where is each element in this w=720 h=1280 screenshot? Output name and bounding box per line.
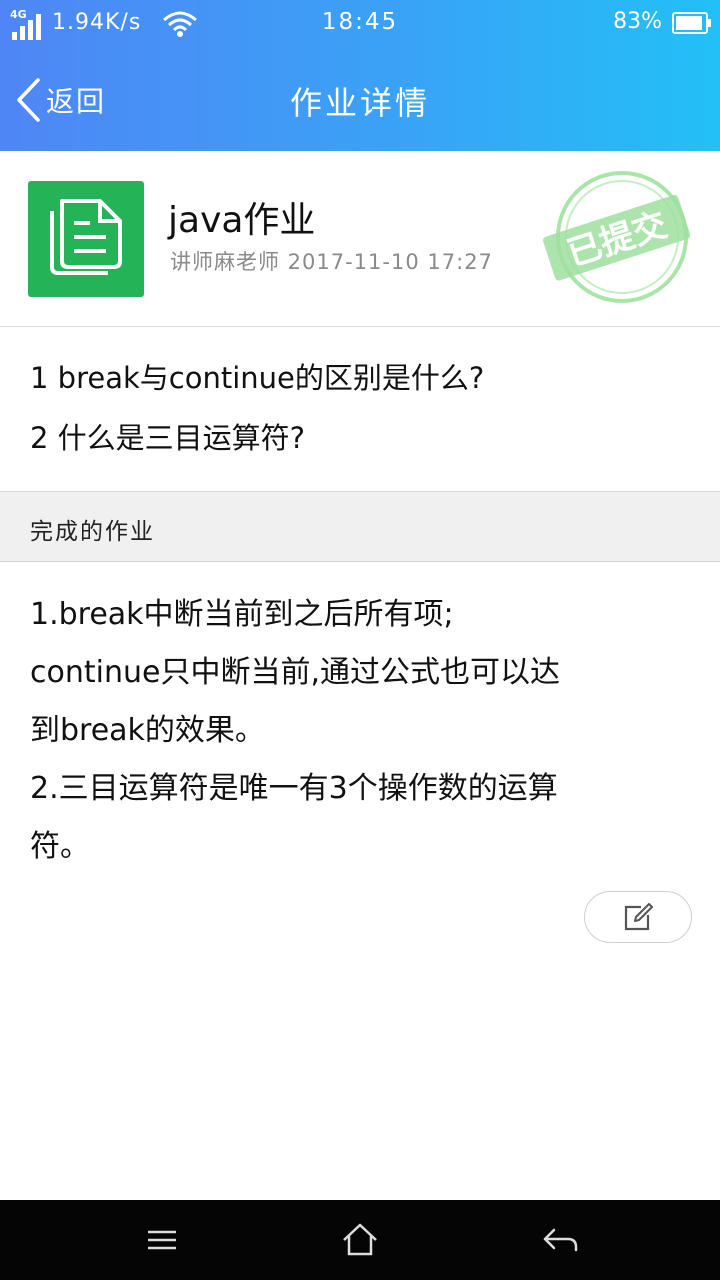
- menu-button[interactable]: [142, 1220, 182, 1260]
- question-item: 1 break与continue的区别是什么?: [30, 361, 485, 395]
- app-header: 4G 1.94K/s 18:45 83% 返回 作业详情: [0, 0, 720, 151]
- homework-header: java作业 讲师麻老师 2017-11-10 17:27 已提交: [0, 151, 720, 327]
- document-icon: [28, 181, 144, 297]
- answer-line: continue只中断当前,通过公式也可以达: [30, 655, 560, 690]
- edit-icon: [624, 903, 653, 931]
- clock: 18:45: [321, 9, 399, 35]
- return-button[interactable]: [540, 1220, 580, 1260]
- home-icon: [343, 1223, 377, 1256]
- question-list: 1 break与continue的区别是什么? 2 什么是三目运算符?: [0, 327, 720, 491]
- answer-content: 1.break中断当前到之后所有项; continue只中断当前,通过公式也可以…: [0, 561, 720, 881]
- answer-line: 1.break中断当前到之后所有项;: [30, 597, 454, 632]
- answer-line: 符。: [30, 829, 90, 864]
- section-header: 完成的作业: [0, 491, 720, 562]
- edit-button[interactable]: [584, 891, 692, 943]
- status-bar: 4G 1.94K/s 18:45 83%: [0, 0, 720, 48]
- section-label: 完成的作业: [30, 519, 155, 545]
- answer-line: 到break的效果。: [30, 713, 265, 748]
- submitted-stamp: 已提交: [543, 171, 691, 303]
- return-icon: [543, 1228, 578, 1252]
- system-nav-bar: [0, 1200, 720, 1280]
- homework-meta: 讲师麻老师 2017-11-10 17:27: [170, 250, 493, 274]
- homework-title: java作业: [168, 200, 316, 241]
- nav-bar: 返回 作业详情: [0, 48, 720, 151]
- home-button[interactable]: [340, 1220, 380, 1260]
- menu-icon: [148, 1230, 176, 1250]
- page-title: 作业详情: [289, 84, 430, 122]
- battery-icon: [672, 12, 711, 34]
- battery-percent: 83%: [613, 9, 662, 34]
- document-glyph: [50, 199, 122, 275]
- answer-line: 2.三目运算符是唯一有3个操作数的运算: [30, 771, 558, 806]
- question-item: 2 什么是三目运算符?: [30, 421, 306, 455]
